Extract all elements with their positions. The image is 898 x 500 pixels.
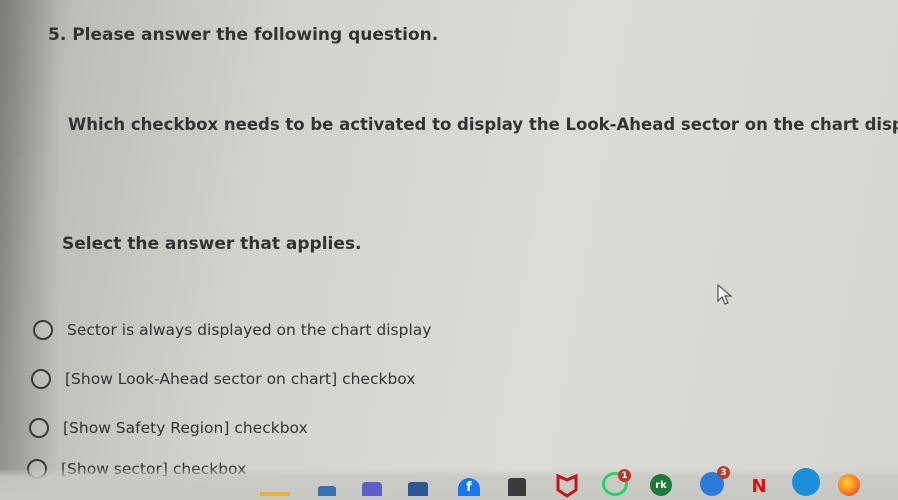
mouse-pointer-icon — [717, 283, 733, 305]
question-instruction: Select the answer that applies. — [62, 234, 362, 254]
option-1[interactable]: Sector is always displayed on the chart … — [33, 320, 431, 340]
radio-button[interactable] — [33, 320, 53, 340]
netflix-icon[interactable]: N — [751, 476, 766, 497]
store-icon[interactable] — [318, 486, 336, 496]
question-text: Which checkbox needs to be activated to … — [68, 115, 898, 134]
chat-app-icon[interactable]: 3 — [700, 466, 730, 496]
radio-button[interactable] — [29, 418, 49, 438]
option-2[interactable]: [Show Look-Ahead sector on chart] checkb… — [31, 369, 415, 389]
notification-badge: 1 — [618, 469, 631, 482]
file-explorer-icon[interactable] — [260, 492, 290, 496]
whatsapp-icon[interactable]: 1 — [602, 469, 631, 496]
option-label: [Show Look-Ahead sector on chart] checkb… — [65, 370, 416, 388]
radio-button[interactable] — [31, 369, 51, 389]
facebook-icon[interactable]: f — [458, 478, 480, 496]
mcafee-icon[interactable] — [556, 474, 578, 498]
firefox-icon[interactable] — [838, 474, 860, 496]
calculator-icon[interactable] — [508, 478, 526, 496]
rk-app-icon[interactable]: rk — [650, 474, 672, 496]
option-3[interactable]: [Show Safety Region] checkbox — [29, 418, 308, 438]
edge-icon[interactable] — [792, 468, 820, 496]
option-label: [Show Safety Region] checkbox — [63, 419, 308, 437]
taskbar: f 1 rk 3 N — [0, 466, 898, 500]
option-label: Sector is always displayed on the chart … — [67, 321, 432, 339]
teams-icon[interactable] — [362, 482, 382, 496]
word-icon[interactable] — [408, 482, 428, 496]
question-title: 5. Please answer the following question. — [48, 25, 439, 45]
notification-badge: 3 — [717, 466, 730, 479]
